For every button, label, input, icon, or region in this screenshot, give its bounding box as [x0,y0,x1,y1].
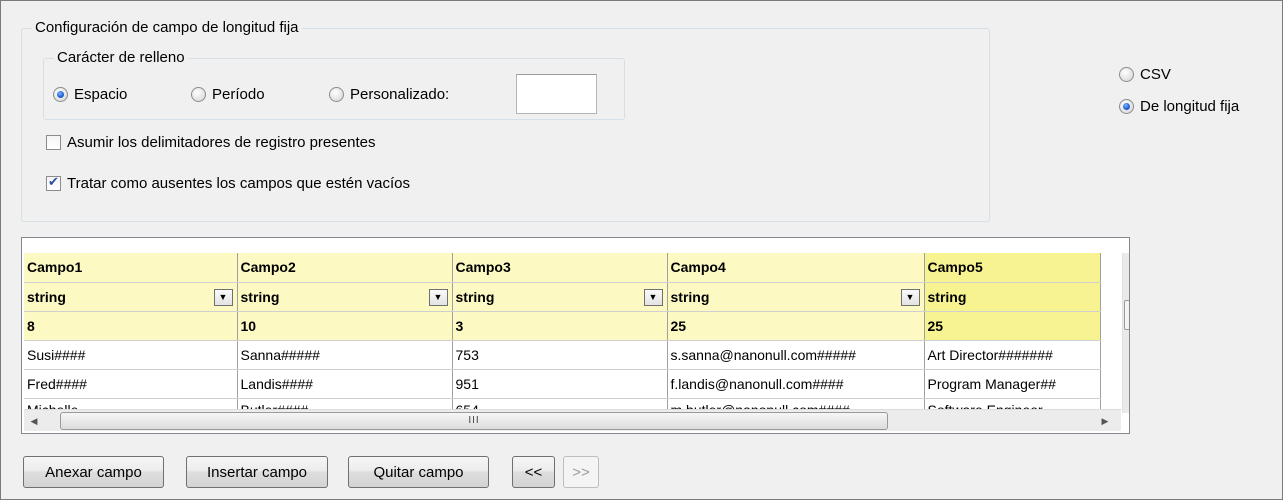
append-field-button[interactable]: Anexar campo [23,456,164,488]
table-cell: Landis#### [237,369,453,399]
table-row: Fred#### Landis#### 951 f.landis@nanonul… [24,369,1101,399]
field-table: Campo1 Campo2 Campo3 Campo4 Campo5 strin… [24,253,1101,419]
vertical-scrollbar[interactable]: ▲ ▼ [1122,253,1129,413]
fill-char-title: Carácter de relleno [54,48,188,68]
scroll-grip-icon: III [468,415,480,426]
field-grid[interactable]: Campo1 Campo2 Campo3 Campo4 Campo5 strin… [21,237,1130,434]
radio-periodo[interactable]: Período [191,86,265,103]
field-name-cell[interactable]: Campo4 [667,253,925,283]
field-type-select[interactable]: string ▼ [452,282,668,312]
field-name-cell[interactable]: Campo1 [24,253,238,283]
radio-fixed-length-label: De longitud fija [1140,98,1240,115]
dropdown-arrow-icon[interactable]: ▼ [643,288,663,306]
insert-field-button[interactable]: Insertar campo [186,456,328,488]
table-cell: 753 [452,340,668,370]
field-name-cell[interactable]: Campo3 [452,253,668,283]
scroll-up-icon[interactable]: ▲ [1123,259,1129,277]
field-type-select[interactable]: string ▼ [237,282,453,312]
scroll-right-icon[interactable]: ▶ [1095,410,1115,432]
horizontal-scroll-thumb[interactable]: III [60,412,888,430]
table-cell: Fred#### [24,369,238,399]
checkbox-box [46,174,61,191]
field-type-select[interactable]: string ▼ [667,282,925,312]
field-type-row: string ▼ string ▼ string ▼ string ▼ string [24,282,1101,312]
field-type-select[interactable]: string [924,282,1101,312]
table-cell: s.sanna@nanonull.com##### [667,340,925,370]
horizontal-scrollbar[interactable]: ◀ III ▶ [24,409,1121,431]
field-name-row: Campo1 Campo2 Campo3 Campo4 Campo5 [24,253,1101,283]
custom-fill-char-input[interactable] [516,74,597,114]
checkbox-box [46,135,61,150]
fixed-length-config-title: Configuración de campo de longitud fija [32,18,302,38]
radio-indicator [1119,67,1134,82]
table-cell: Susi#### [24,340,238,370]
field-length-cell[interactable]: 8 [24,311,238,341]
field-name-cell[interactable]: Campo5 [924,253,1101,283]
field-type-value: string [27,288,66,305]
radio-csv[interactable]: CSV [1119,66,1171,83]
radio-indicator [53,87,68,102]
field-length-cell[interactable]: 10 [237,311,453,341]
radio-espacio[interactable]: Espacio [53,86,127,103]
assume-delimiters-label: Asumir los delimitadores de registro pre… [67,134,376,151]
dropdown-arrow-icon[interactable]: ▼ [428,288,448,306]
table-row: Susi#### Sanna##### 753 s.sanna@nanonull… [24,340,1101,370]
field-type-value: string [240,288,280,305]
table-cell: Art Director####### [924,340,1101,370]
field-length-cell[interactable]: 25 [924,311,1101,341]
dropdown-arrow-icon[interactable]: ▼ [900,288,920,306]
field-type-value: string [455,288,495,305]
table-cell: Program Manager## [924,369,1101,399]
field-name-cell[interactable]: Campo2 [237,253,453,283]
radio-periodo-label: Período [212,86,265,103]
previous-field-button[interactable]: << [512,456,555,488]
scroll-left-icon[interactable]: ◀ [24,410,44,432]
field-type-value: string [670,288,710,305]
table-cell: f.landis@nanonull.com#### [667,369,925,399]
field-length-cell[interactable]: 3 [452,311,668,341]
radio-personalizado[interactable]: Personalizado: [329,86,449,103]
radio-indicator [329,87,344,102]
field-length-row: 8 10 3 25 25 [24,311,1101,341]
next-field-button[interactable]: >> [563,456,599,488]
remove-field-button[interactable]: Quitar campo [348,456,489,488]
radio-indicator [1119,99,1134,114]
table-cell: 951 [452,369,668,399]
assume-delimiters-checkbox[interactable]: Asumir los delimitadores de registro pre… [46,134,375,151]
table-cell: Sanna##### [237,340,453,370]
scroll-down-icon[interactable]: ▼ [1123,385,1129,403]
field-length-cell[interactable]: 25 [667,311,925,341]
treat-empty-absent-label: Tratar como ausentes los campos que esté… [67,175,410,192]
radio-csv-label: CSV [1140,66,1171,83]
radio-fixed-length[interactable]: De longitud fija [1119,98,1239,115]
field-type-value: string [927,288,967,305]
radio-espacio-label: Espacio [74,86,128,103]
treat-empty-absent-checkbox[interactable]: Tratar como ausentes los campos que esté… [46,174,410,192]
vertical-scroll-thumb[interactable] [1124,300,1129,330]
dropdown-arrow-icon[interactable]: ▼ [213,288,233,306]
radio-personalizado-label: Personalizado: [350,86,450,103]
radio-indicator [191,87,206,102]
field-type-select[interactable]: string ▼ [24,282,238,312]
